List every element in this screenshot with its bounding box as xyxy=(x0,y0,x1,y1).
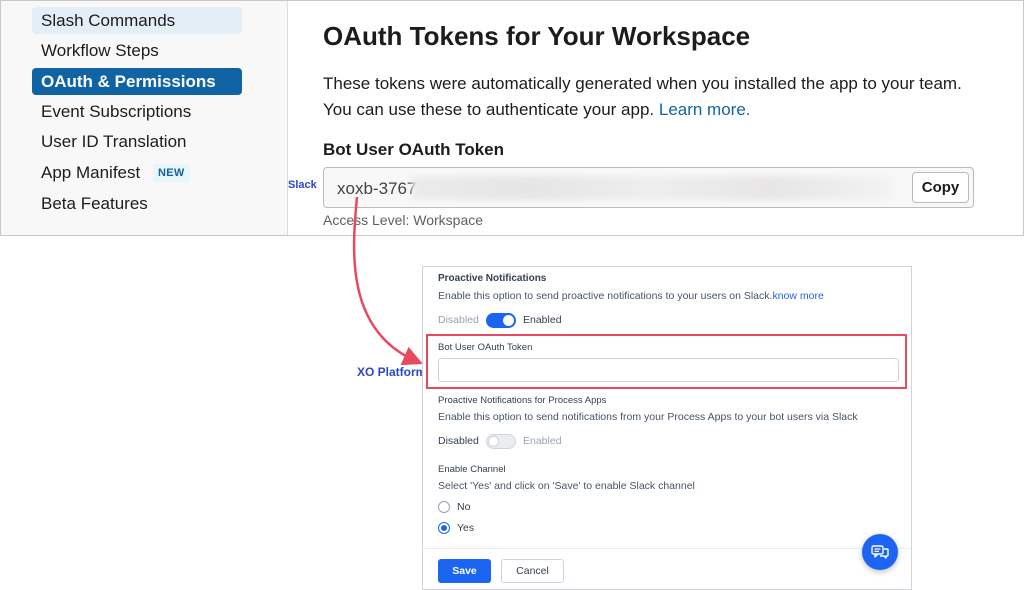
toggle-knob xyxy=(488,436,499,447)
sidebar-item-user-id-translation[interactable]: User ID Translation xyxy=(32,128,242,155)
toggle-knob xyxy=(503,315,514,326)
bot-token-heading: Bot User OAuth Token xyxy=(323,140,505,159)
bot-token-field[interactable]: xoxb-3767 Copy xyxy=(323,167,974,208)
proactive-notifications-description: Enable this option to send proactive not… xyxy=(438,290,824,302)
sidebar-item-label: Beta Features xyxy=(41,194,148,213)
radio-button-yes[interactable] xyxy=(438,522,450,534)
radio-label-no: No xyxy=(457,501,471,513)
sidebar-item-event-subscriptions[interactable]: Event Subscriptions xyxy=(32,98,242,125)
bot-token-field-label: Bot User OAuth Token xyxy=(438,342,533,353)
xo-platform-config-panel: Proactive Notifications Enable this opti… xyxy=(422,266,912,590)
sidebar-item-label: Event Subscriptions xyxy=(41,102,192,121)
radio-button-no[interactable] xyxy=(438,501,450,513)
slack-annotation-label: Slack xyxy=(288,179,317,191)
xo-platform-annotation-label: XO Platform xyxy=(357,365,427,379)
sidebar-item-oauth-permissions[interactable]: OAuth & Permissions xyxy=(32,68,242,95)
new-badge: NEW xyxy=(152,164,190,182)
sidebar-item-label: User ID Translation xyxy=(41,132,187,151)
enable-channel-title: Enable Channel xyxy=(438,464,506,475)
sidebar-item-app-manifest[interactable]: App Manifest NEW xyxy=(32,159,242,186)
sidebar-item-workflow-steps[interactable]: Workflow Steps xyxy=(32,37,242,64)
chat-support-button[interactable] xyxy=(862,534,898,570)
process-apps-toggle[interactable] xyxy=(486,434,516,449)
access-level-text: Access Level: Workspace xyxy=(323,212,484,228)
save-button[interactable]: Save xyxy=(438,559,491,583)
bot-token-input[interactable] xyxy=(438,358,899,382)
process-apps-title: Proactive Notifications for Process Apps xyxy=(438,395,607,406)
page-description: These tokens were automatically generate… xyxy=(323,71,983,123)
sidebar-item-label: App Manifest xyxy=(41,163,141,182)
sidebar-item-label: Slash Commands xyxy=(41,11,176,30)
copy-button[interactable]: Copy xyxy=(912,172,969,203)
description-text: These tokens were automatically generate… xyxy=(323,74,962,119)
toggle-on-label: Enabled xyxy=(523,314,562,326)
panel-footer: Save Cancel xyxy=(423,548,911,589)
toggle-on-label: Enabled xyxy=(523,435,562,447)
bot-token-value: xoxb-3767 xyxy=(337,179,417,198)
know-more-link[interactable]: know more xyxy=(772,290,823,302)
sidebar-item-label: Workflow Steps xyxy=(41,41,159,60)
proactive-notifications-toggle[interactable] xyxy=(486,313,516,328)
toggle-off-label: Disabled xyxy=(438,435,479,447)
slack-app-settings-panel: Slash Commands Workflow Steps OAuth & Pe… xyxy=(0,0,1024,236)
toggle-off-label: Disabled xyxy=(438,314,479,326)
sidebar-item-slash-commands[interactable]: Slash Commands xyxy=(32,7,242,34)
proactive-description-text: Enable this option to send proactive not… xyxy=(438,290,773,302)
slack-sidebar: Slash Commands Workflow Steps OAuth & Pe… xyxy=(1,1,288,235)
proactive-notifications-title: Proactive Notifications xyxy=(438,273,547,284)
radio-label-yes: Yes xyxy=(457,522,475,534)
token-redaction-blur xyxy=(412,176,892,200)
enable-channel-description: Select 'Yes' and click on 'Save' to enab… xyxy=(438,480,695,492)
process-apps-description: Enable this option to send notifications… xyxy=(438,411,858,423)
sidebar-item-beta-features[interactable]: Beta Features xyxy=(32,190,242,217)
cancel-button[interactable]: Cancel xyxy=(501,559,564,583)
chat-bubbles-icon xyxy=(871,545,889,559)
sidebar-item-label: OAuth & Permissions xyxy=(41,72,216,91)
learn-more-link[interactable]: Learn more. xyxy=(659,100,751,119)
page-title: OAuth Tokens for Your Workspace xyxy=(323,21,751,51)
